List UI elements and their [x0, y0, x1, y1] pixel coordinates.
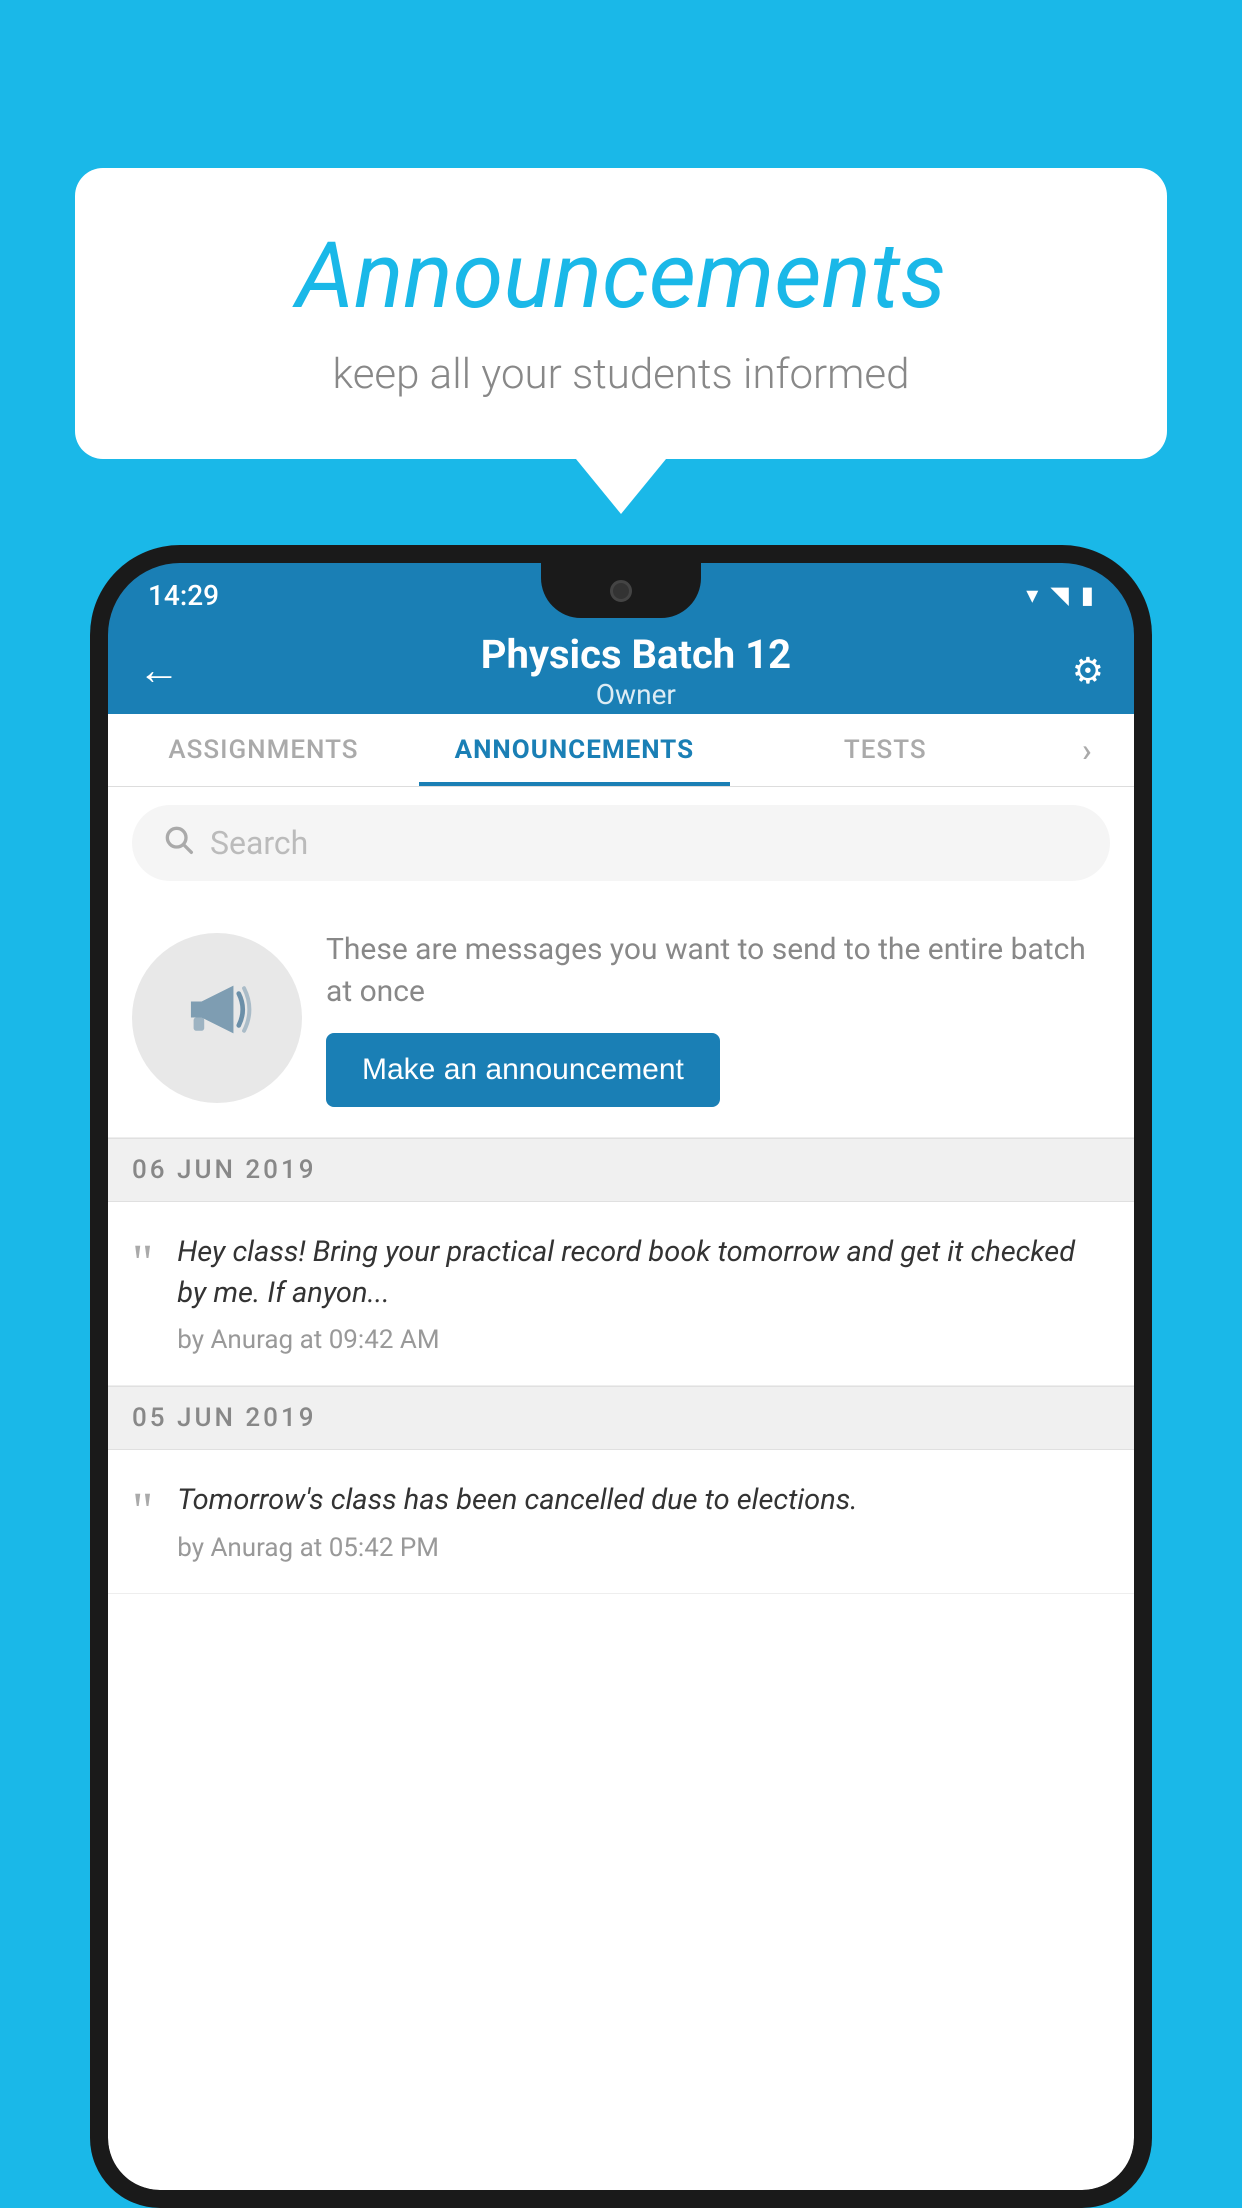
speech-bubble-section: Announcements keep all your students inf… [75, 168, 1167, 514]
speech-bubble: Announcements keep all your students inf… [75, 168, 1167, 459]
phone-inner: 14:29 ▾ ◥ ▮ ← Physics Batch 12 Owner ⚙ [108, 563, 1134, 2190]
date-divider-2: 05 JUN 2019 [108, 1386, 1134, 1450]
phone-outer: 14:29 ▾ ◥ ▮ ← Physics Batch 12 Owner ⚙ [90, 545, 1152, 2208]
settings-button[interactable]: ⚙ [1072, 650, 1104, 692]
search-bar-container: Search [108, 787, 1134, 899]
announcement-icon-circle [132, 933, 302, 1103]
phone-container: 14:29 ▾ ◥ ▮ ← Physics Batch 12 Owner ⚙ [90, 545, 1152, 2208]
announcement-meta-2: by Anurag at 05:42 PM [177, 1533, 1110, 1563]
phone-screen: Search [108, 787, 1134, 2190]
speech-bubble-subtitle: keep all your students informed [135, 350, 1107, 399]
announcement-item-1[interactable]: " Hey class! Bring your practical record… [108, 1202, 1134, 1386]
announcement-promo-text: These are messages you want to send to t… [326, 929, 1110, 1107]
announcement-text-block-2: Tomorrow's class has been cancelled due … [177, 1480, 1110, 1563]
wifi-icon: ▾ [1026, 581, 1038, 609]
megaphone-icon [175, 967, 260, 1070]
announcement-text-block-1: Hey class! Bring your practical record b… [177, 1232, 1110, 1355]
phone-notch [541, 563, 701, 618]
speech-bubble-title: Announcements [135, 223, 1107, 330]
date-divider-1: 06 JUN 2019 [108, 1138, 1134, 1202]
app-bar-subtitle: Owner [200, 678, 1072, 711]
announcement-meta-1: by Anurag at 09:42 AM [177, 1325, 1110, 1355]
search-icon [162, 823, 194, 863]
camera-dot [610, 580, 632, 602]
tabs-bar: ASSIGNMENTS ANNOUNCEMENTS TESTS › [108, 714, 1134, 787]
status-time: 14:29 [148, 579, 219, 612]
tab-tests[interactable]: TESTS [730, 714, 1041, 786]
announcement-message-2: Tomorrow's class has been cancelled due … [177, 1480, 1110, 1521]
speech-bubble-arrow [576, 459, 666, 514]
announcement-promo-desc: These are messages you want to send to t… [326, 929, 1110, 1013]
signal-icon: ◥ [1050, 581, 1068, 609]
search-input-wrapper[interactable]: Search [132, 805, 1110, 881]
app-bar-title-group: Physics Batch 12 Owner [200, 631, 1072, 711]
make-announcement-button[interactable]: Make an announcement [326, 1033, 720, 1107]
back-button[interactable]: ← [138, 646, 180, 695]
tab-announcements[interactable]: ANNOUNCEMENTS [419, 714, 730, 786]
quote-icon-2: " [132, 1486, 153, 1538]
quote-icon-1: " [132, 1238, 153, 1290]
tab-assignments[interactable]: ASSIGNMENTS [108, 714, 419, 786]
announcement-message-1: Hey class! Bring your practical record b… [177, 1232, 1110, 1313]
battery-icon: ▮ [1081, 581, 1094, 609]
app-bar-title: Physics Batch 12 [200, 631, 1072, 678]
announcement-promo-card: These are messages you want to send to t… [108, 899, 1134, 1138]
announcement-item-2[interactable]: " Tomorrow's class has been cancelled du… [108, 1450, 1134, 1594]
app-bar: ← Physics Batch 12 Owner ⚙ [108, 628, 1134, 714]
search-placeholder-text: Search [210, 824, 308, 862]
status-bar: 14:29 ▾ ◥ ▮ [108, 563, 1134, 628]
tab-more[interactable]: › [1041, 714, 1134, 786]
status-icons: ▾ ◥ ▮ [1026, 581, 1094, 609]
